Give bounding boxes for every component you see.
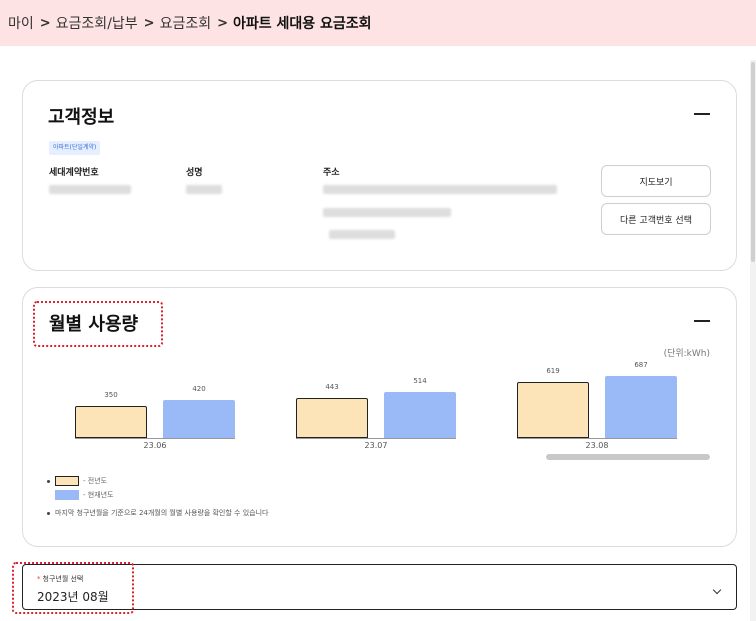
bar-previous-year xyxy=(296,398,368,438)
customer-info-card: 고객정보 아파트(단일계약) 세대계약번호 성명 주소 지도보기 다른 고객번호… xyxy=(22,80,737,271)
bar-value-label: 687 xyxy=(634,361,648,369)
bullet-icon xyxy=(47,479,50,483)
breadcrumb-item-inquiry[interactable]: 요금조회 xyxy=(160,13,212,33)
chevron-right-icon: > xyxy=(143,15,155,31)
bullet-icon xyxy=(47,511,50,515)
month-tick-label: 23.08 xyxy=(585,441,609,450)
map-view-button[interactable]: 지도보기 xyxy=(601,165,711,197)
bar-previous-year xyxy=(517,382,589,438)
chevron-down-icon[interactable] xyxy=(712,585,722,595)
chevron-right-icon: > xyxy=(217,15,229,31)
name-value-redacted xyxy=(186,185,222,194)
breadcrumb-current: 아파트 세대용 요금조회 xyxy=(233,16,372,32)
breadcrumb-item-my[interactable]: 마이 xyxy=(8,13,34,33)
group-baseline xyxy=(517,438,677,439)
chart-horizontal-scrollbar[interactable] xyxy=(546,454,710,460)
breadcrumb: 마이 > 요금조회/납부 > 요금조회 > 아파트 세대용 요금조회 xyxy=(0,0,756,46)
group-baseline xyxy=(296,438,456,439)
page-scrollbar-thumb[interactable] xyxy=(751,62,755,262)
contract-no-value-redacted xyxy=(49,185,131,194)
bar-value-label: 420 xyxy=(192,385,206,393)
contract-no-label: 세대계약번호 xyxy=(49,168,99,178)
legend-label-prev: - 전년도 xyxy=(83,477,108,485)
bar-current-year xyxy=(605,376,677,438)
legend-swatch-curr xyxy=(55,490,79,500)
bar-value-label: 514 xyxy=(413,377,427,385)
breadcrumb-item-billing[interactable]: 요금조회/납부 xyxy=(56,13,138,33)
other-customer-number-button[interactable]: 다른 고객번호 선택 xyxy=(601,203,711,235)
monthly-usage-chart: 350 420 23.06 443 514 23.07 619 687 23.08 xyxy=(63,358,723,468)
bar-value-label: 443 xyxy=(325,383,339,391)
month-tick-label: 23.07 xyxy=(364,441,388,450)
collapse-icon[interactable] xyxy=(694,113,710,115)
monthly-usage-card: 월별 사용량 (단위:kWh) 350 420 23.06 443 514 23.07 61… xyxy=(22,287,737,547)
customer-info-title: 고객정보 xyxy=(48,107,115,128)
group-baseline xyxy=(75,438,235,439)
contract-type-badge: 아파트(단일계약) xyxy=(49,141,101,155)
bar-value-label: 350 xyxy=(104,391,118,399)
collapse-icon[interactable] xyxy=(694,320,710,322)
bar-current-year xyxy=(163,400,235,438)
chevron-right-icon: > xyxy=(39,15,51,31)
address-line-redacted xyxy=(323,208,451,217)
legend-item-curr: - 현재년도 xyxy=(55,490,114,500)
legend-label-curr: - 현재년도 xyxy=(83,491,114,499)
address-line-redacted xyxy=(329,230,395,239)
name-label: 성명 xyxy=(186,168,203,178)
legend-item-prev: - 전년도 xyxy=(47,476,107,486)
month-tick-label: 23.06 xyxy=(143,441,167,450)
monthly-usage-title: 월별 사용량 xyxy=(49,314,139,335)
address-label: 주소 xyxy=(323,168,340,178)
select-highlight-box xyxy=(12,562,134,614)
usage-note-text: 마지막 청구년월을 기준으로 24개월의 월별 사용량을 확인할 수 있습니다 xyxy=(55,509,269,517)
bar-current-year xyxy=(384,392,456,438)
legend-swatch-prev xyxy=(55,476,79,486)
usage-note: 마지막 청구년월을 기준으로 24개월의 월별 사용량을 확인할 수 있습니다 xyxy=(47,508,268,518)
address-line-redacted xyxy=(323,185,557,194)
bar-previous-year xyxy=(75,406,147,438)
bar-value-label: 619 xyxy=(546,367,560,375)
